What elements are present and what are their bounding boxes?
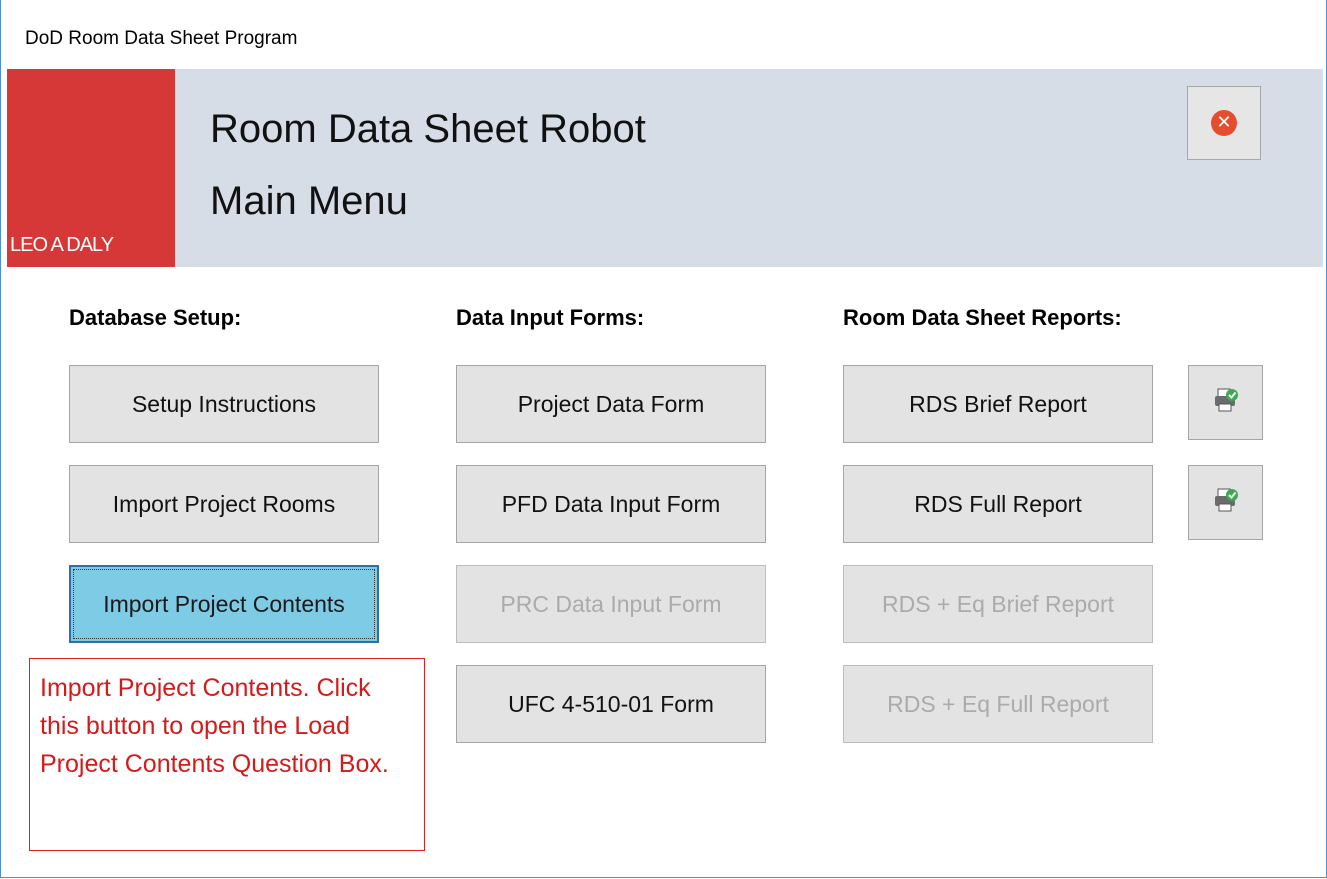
project-data-form-button[interactable]: Project Data Form [456,365,766,443]
print-brief-report-button[interactable] [1188,365,1263,440]
print-preview-icon [1212,386,1240,419]
import-project-rooms-button[interactable]: Import Project Rooms [69,465,379,543]
room-data-sheet-reports-label: Room Data Sheet Reports: [843,305,1122,330]
rds-eq-full-report-button[interactable]: RDS + Eq Full Report [843,665,1153,743]
rds-eq-brief-report-button[interactable]: RDS + Eq Brief Report [843,565,1153,643]
page-subtitle: Main Menu [210,179,408,223]
title-bar: DoD Room Data Sheet Program [1,0,1326,69]
company-logo: LEO A DALY [7,69,175,267]
tooltip-callout: Import Project Contents. Click this butt… [29,658,425,851]
rds-full-report-button[interactable]: RDS Full Report [843,465,1153,543]
pfd-data-input-form-button[interactable]: PFD Data Input Form [456,465,766,543]
print-full-report-button[interactable] [1188,465,1263,540]
data-input-forms-label: Data Input Forms: [456,305,645,330]
prc-data-input-form-button[interactable]: PRC Data Input Form [456,565,766,643]
setup-instructions-button[interactable]: Setup Instructions [69,365,379,443]
app-window: DoD Room Data Sheet Program LEO A DALY R… [0,0,1327,878]
ufc-form-button[interactable]: UFC 4-510-01 Form [456,665,766,743]
header-banner: LEO A DALY Room Data Sheet Robot Main Me… [7,69,1323,267]
rds-brief-report-button[interactable]: RDS Brief Report [843,365,1153,443]
print-preview-icon [1212,486,1240,519]
page-title: Room Data Sheet Robot [210,107,646,151]
import-project-contents-button[interactable]: Import Project Contents [69,565,379,643]
window-title: DoD Room Data Sheet Program [25,28,298,49]
close-circle-icon: ✕ [1211,110,1237,136]
database-setup-label: Database Setup: [69,305,242,330]
close-button[interactable]: ✕ [1187,86,1261,160]
logo-text: LEO A DALY [10,234,114,256]
